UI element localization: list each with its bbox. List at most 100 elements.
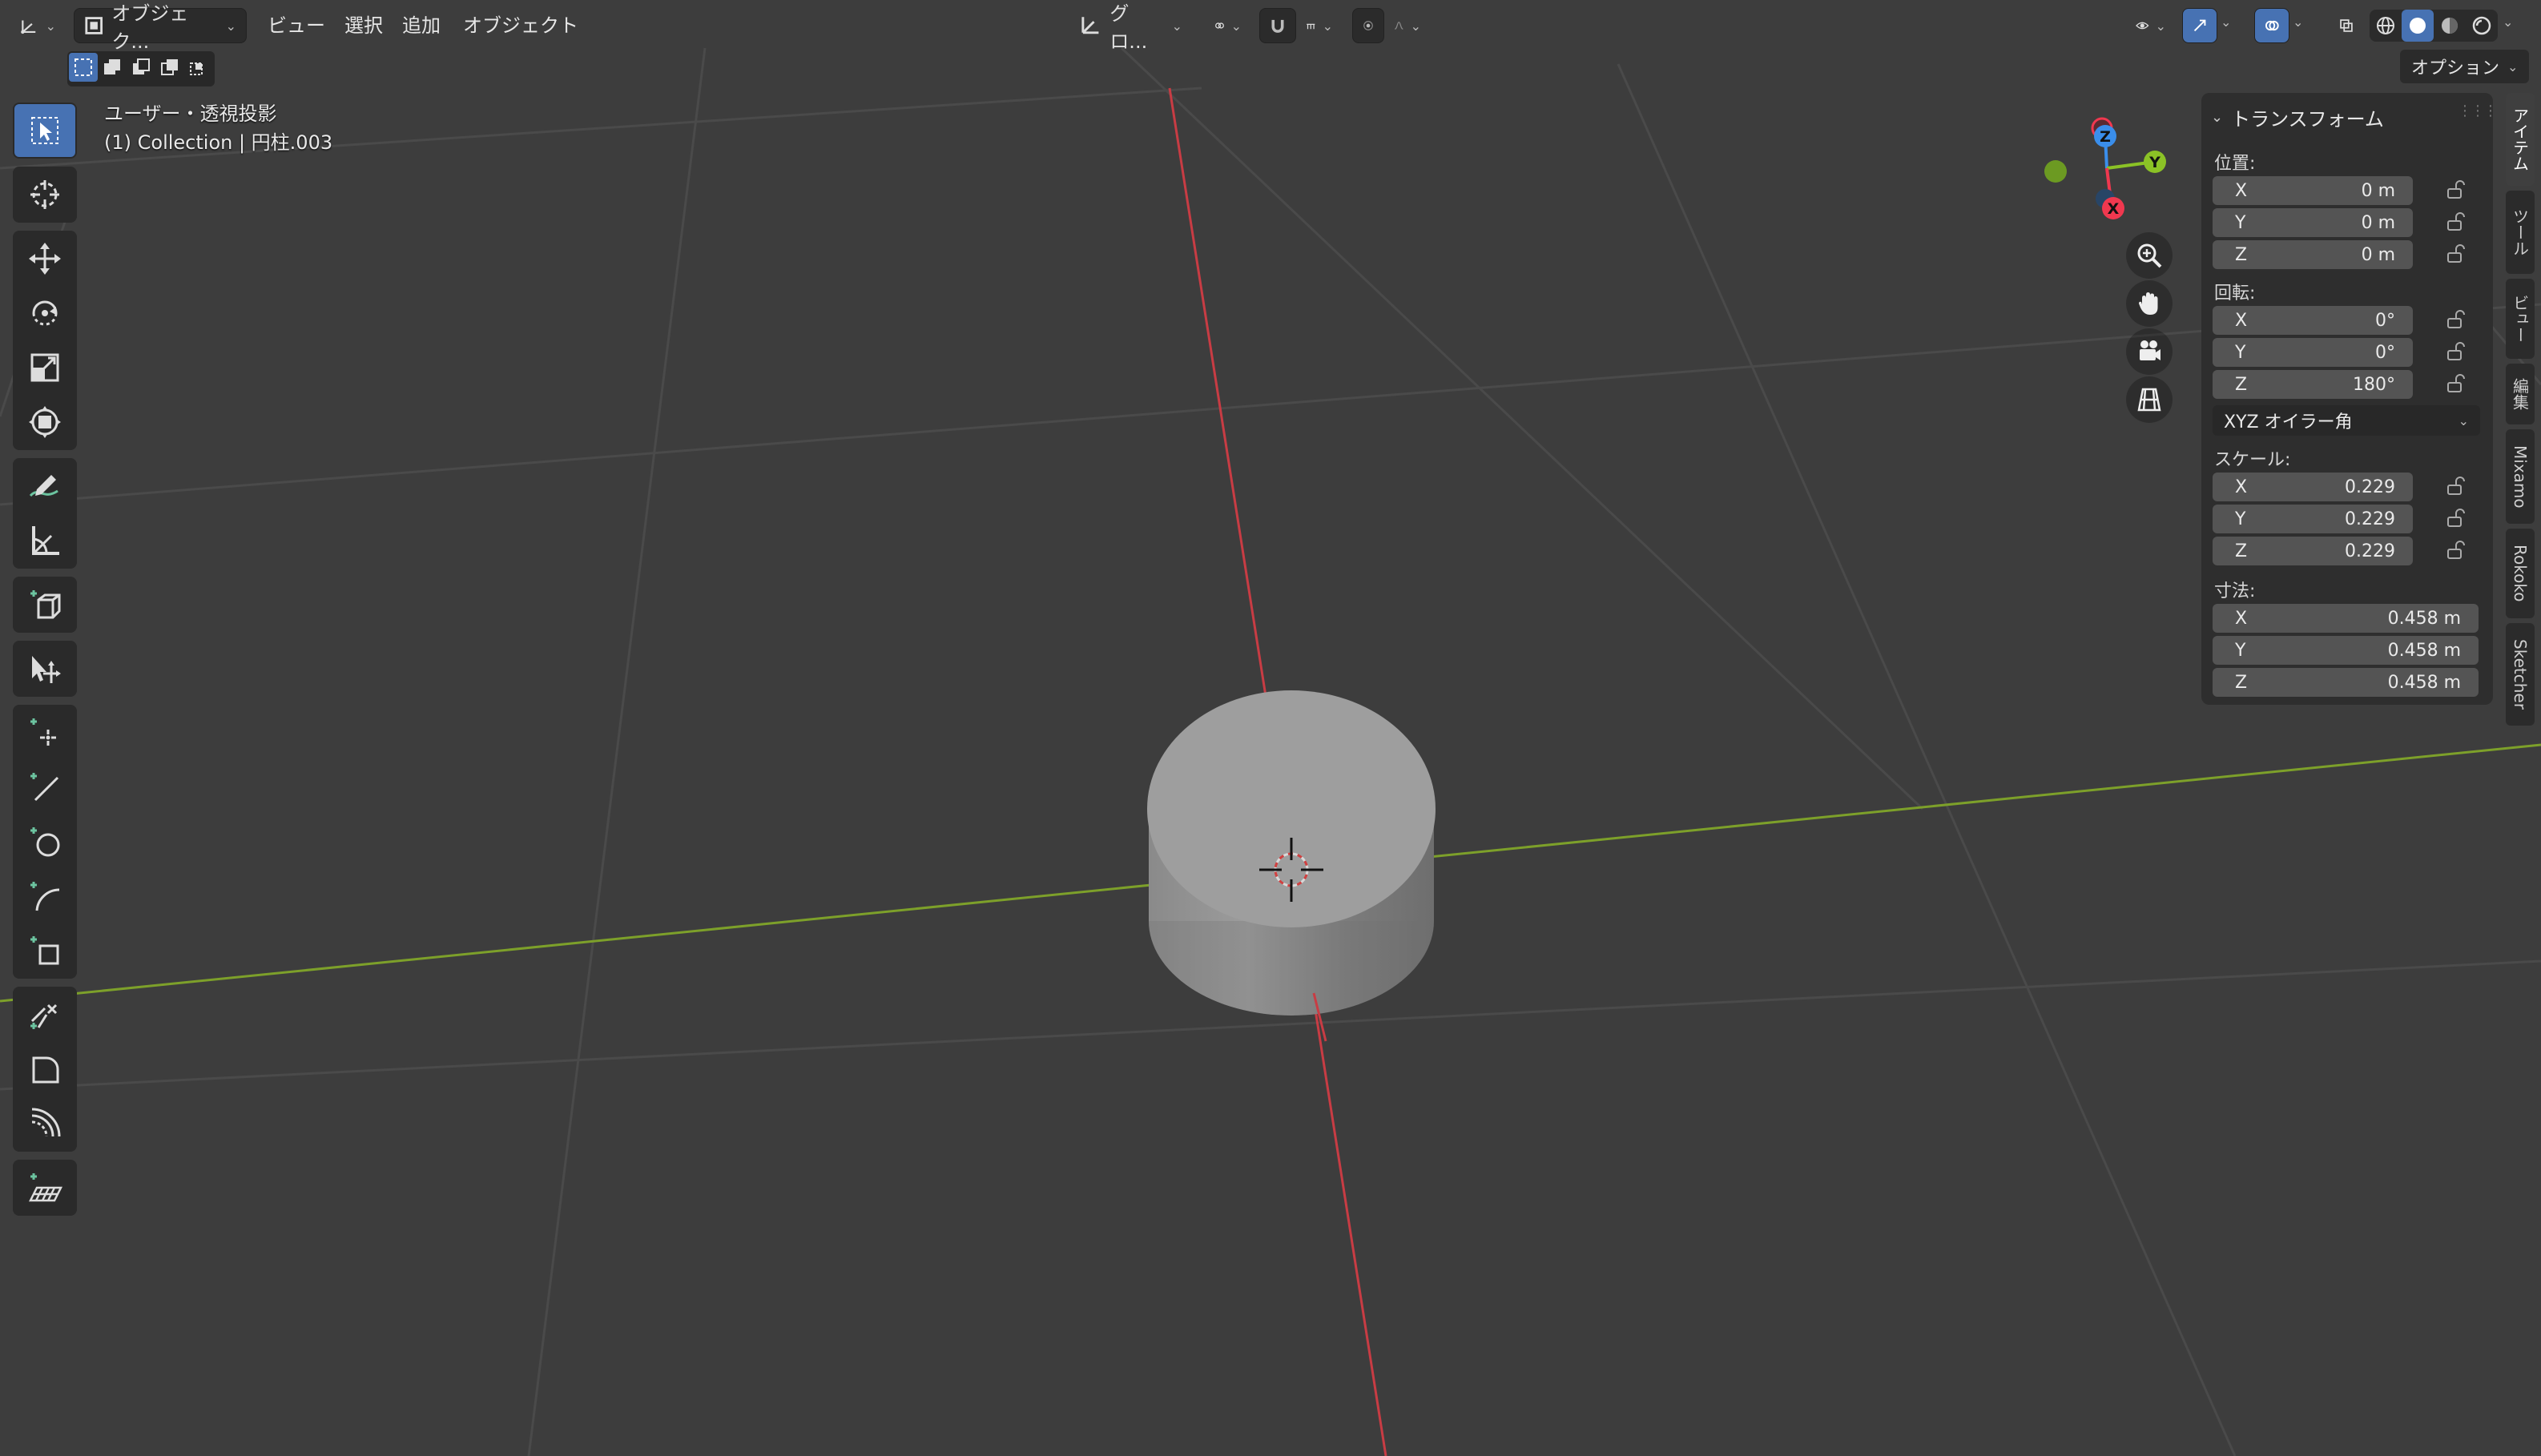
move-arrows-icon <box>29 243 61 275</box>
lock-icon[interactable] <box>2443 308 2467 332</box>
tool-group-edit <box>13 987 77 1152</box>
pivot-point-dropdown[interactable]: ⌄ <box>1205 8 1251 43</box>
navigation-gizmo[interactable]: Z Y X <box>2035 112 2179 232</box>
material-sphere-icon <box>2442 18 2458 34</box>
solid-shading-button[interactable] <box>2402 10 2434 42</box>
gizmo-toggle[interactable] <box>2182 8 2217 43</box>
trim-tool[interactable] <box>14 988 75 1041</box>
solid-sphere-icon <box>2410 18 2426 34</box>
select-new-button[interactable] <box>69 53 98 82</box>
cursor-tool[interactable] <box>14 168 75 221</box>
mode-dropdown[interactable]: オブジェク... ⌄ <box>74 2 247 53</box>
tab-tool[interactable]: ツール <box>2506 191 2535 274</box>
toolbar <box>13 103 77 1224</box>
editor-type-button[interactable]: ⌄ <box>10 8 66 43</box>
add-circle-tool[interactable] <box>14 815 75 868</box>
falloff-dropdown[interactable]: ⌄ <box>1384 8 1431 43</box>
lock-icon[interactable] <box>2443 340 2467 364</box>
mode-label: オブジェク... <box>111 2 189 53</box>
dimensions-y-field[interactable]: Y 0.458 m <box>2213 636 2479 665</box>
select-intersect-button[interactable] <box>184 53 213 82</box>
move-tool[interactable] <box>14 232 75 285</box>
cylinder-object[interactable] <box>1147 690 1436 1042</box>
scale-z-field[interactable]: Z 0.229 <box>2213 537 2413 565</box>
menu-view[interactable]: ビュー <box>256 8 336 43</box>
options-dropdown[interactable]: オプション ⌄ <box>2400 50 2530 83</box>
add-circle-icon <box>30 827 60 857</box>
add-line-tool[interactable] <box>14 761 75 814</box>
lock-icon[interactable] <box>2443 506 2467 530</box>
proportional-edit-toggle[interactable] <box>1352 8 1384 43</box>
measure-tool[interactable] <box>14 514 75 567</box>
chevron-down-icon: ⌄ <box>1230 18 1242 34</box>
scale-x-field[interactable]: X 0.229 <box>2213 473 2413 501</box>
add-cube-tool[interactable] <box>14 578 75 631</box>
fillet-tool[interactable] <box>14 1043 75 1096</box>
xray-toggle[interactable] <box>2330 8 2363 43</box>
tab-rokoko[interactable]: Rokoko <box>2506 529 2535 618</box>
material-shading-button[interactable] <box>2434 10 2466 42</box>
pan-button[interactable] <box>2126 280 2173 327</box>
tab-mixamo[interactable]: Mixamo <box>2506 429 2535 524</box>
menu-add[interactable]: 追加 <box>391 8 452 43</box>
wireframe-shading-button[interactable] <box>2370 10 2402 42</box>
chevron-down-icon[interactable]: ⌄ <box>2221 14 2231 30</box>
lock-icon[interactable] <box>2443 474 2467 498</box>
zoom-button[interactable] <box>2126 232 2173 279</box>
lock-icon[interactable] <box>2443 242 2467 266</box>
add-arc-tool[interactable] <box>14 870 75 923</box>
rendered-shading-button[interactable] <box>2466 10 2498 42</box>
select-subtract-button[interactable] <box>127 53 155 82</box>
add-grid-tool[interactable] <box>14 1161 75 1214</box>
menu-object[interactable]: オブジェクト <box>452 8 590 43</box>
snap-toggle[interactable] <box>1259 8 1296 43</box>
custom-move-tool[interactable] <box>14 642 75 695</box>
chevron-down-icon[interactable]: ⌄ <box>2503 14 2513 30</box>
drag-grip-icon[interactable]: ⋮⋮⋮ <box>2458 103 2498 119</box>
transform-tool[interactable] <box>14 396 75 448</box>
gizmo-neg-y[interactable] <box>2044 160 2067 183</box>
scale-y-field[interactable]: Y 0.229 <box>2213 505 2413 533</box>
select-box-tool[interactable] <box>14 104 75 157</box>
scale-tool[interactable] <box>14 341 75 394</box>
lock-icon[interactable] <box>2443 538 2467 562</box>
lock-icon[interactable] <box>2443 178 2467 202</box>
rotation-y-field[interactable]: Y 0° <box>2213 338 2413 367</box>
transform-orientation-dropdown[interactable]: グロ... ⌄ <box>1069 2 1192 53</box>
tab-item[interactable]: アイテム <box>2506 93 2535 186</box>
scale-label: スケール: <box>2214 450 2291 470</box>
lock-icon[interactable] <box>2443 210 2467 234</box>
rotation-x-field[interactable]: X 0° <box>2213 306 2413 335</box>
location-y-field[interactable]: Y0 m <box>2213 208 2413 237</box>
snap-target-dropdown[interactable]: ⌄ <box>1296 8 1343 43</box>
dimensions-z-field[interactable]: Z 0.458 m <box>2213 668 2479 697</box>
tab-sketcher[interactable]: Sketcher <box>2506 623 2535 726</box>
panel-title: トランスフォーム <box>2231 107 2384 131</box>
rotation-z-field[interactable]: Z 180° <box>2213 370 2413 399</box>
add-point-icon <box>30 718 56 746</box>
chevron-down-icon[interactable]: ⌄ <box>2293 14 2303 30</box>
tab-edit[interactable]: 編集 <box>2506 364 2535 424</box>
offset-tool[interactable] <box>14 1097 75 1150</box>
magnet-icon <box>1271 19 1284 33</box>
add-rectangle-tool[interactable] <box>14 924 75 977</box>
dimensions-x-field[interactable]: X 0.458 m <box>2213 604 2479 633</box>
select-extend-button[interactable] <box>98 53 127 82</box>
wireframe-sphere-icon <box>2377 17 2394 34</box>
tab-view[interactable]: ビュー <box>2506 279 2535 359</box>
overlays-toggle[interactable] <box>2254 8 2289 43</box>
visibility-dropdown[interactable]: ⌄ <box>2126 8 2176 43</box>
rotate-tool[interactable] <box>14 287 75 340</box>
location-x-field[interactable]: X0 m <box>2213 176 2413 205</box>
select-invert-button[interactable] <box>155 53 184 82</box>
menu-select[interactable]: 選択 <box>333 8 394 43</box>
location-z-field[interactable]: Z0 m <box>2213 240 2413 269</box>
ortho-toggle-button[interactable] <box>2126 376 2173 423</box>
fillet-icon <box>32 1056 59 1084</box>
add-point-tool[interactable] <box>14 706 75 759</box>
camera-view-button[interactable] <box>2126 328 2173 375</box>
transform-panel-header[interactable]: ⌄ トランスフォーム <box>2211 99 2384 135</box>
annotate-tool[interactable] <box>14 460 75 513</box>
rotation-mode-dropdown[interactable]: XYZ オイラー角 ⌄ <box>2213 405 2480 436</box>
lock-icon[interactable] <box>2443 372 2467 396</box>
